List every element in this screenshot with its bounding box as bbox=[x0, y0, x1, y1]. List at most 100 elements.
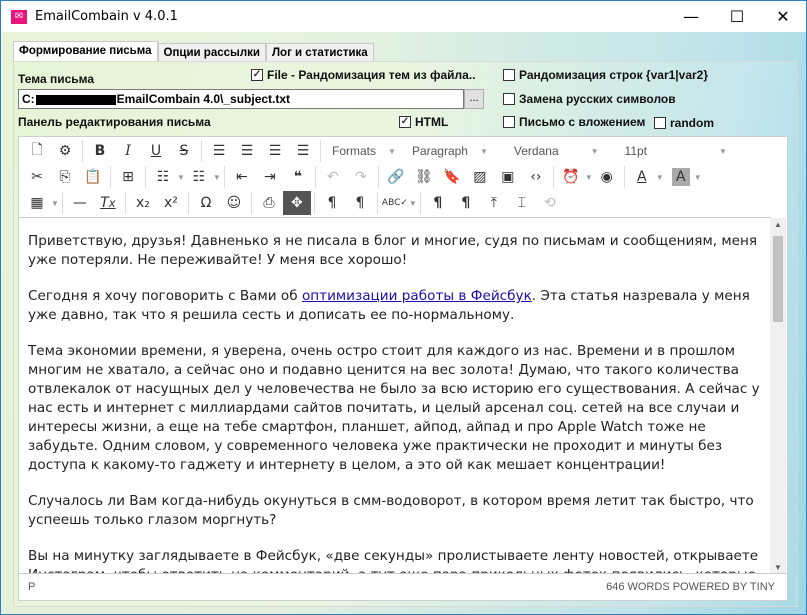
image-icon[interactable]: ▨ bbox=[466, 165, 494, 189]
window-title: EmailCombain v 4.0.1 bbox=[35, 9, 178, 24]
text-color-icon[interactable]: A bbox=[628, 165, 656, 189]
fullscreen-icon[interactable]: ✥ bbox=[282, 191, 311, 215]
visual-chars-icon[interactable]: ¶ bbox=[452, 191, 480, 215]
random-checkbox[interactable]: random bbox=[654, 116, 714, 130]
checkbox-box[interactable]: ✓ bbox=[399, 116, 411, 128]
editor-content[interactable]: Приветствую, друзья! Давненько я не писа… bbox=[19, 217, 771, 574]
redo-icon[interactable]: ↷ bbox=[347, 165, 375, 189]
unlink-icon[interactable]: ⛓ bbox=[410, 165, 438, 189]
new-document-icon[interactable]: 🗋 bbox=[23, 139, 51, 163]
checkbox-box[interactable] bbox=[654, 117, 666, 129]
checkbox-label: Замена русских символов bbox=[519, 92, 676, 106]
tab-mailing-options[interactable]: Опции рассылки bbox=[157, 43, 266, 62]
emoticon-icon[interactable]: ☺ bbox=[220, 191, 248, 215]
title-bar: ✉ EmailCombain v 4.0.1 — ☐ ✕ bbox=[1, 1, 806, 32]
close-button[interactable]: ✕ bbox=[760, 1, 806, 32]
chevron-down-icon[interactable]: ▼ bbox=[177, 173, 185, 182]
scroll-up-icon[interactable]: ▲ bbox=[770, 220, 786, 229]
editor-label: Панель редактирования письма bbox=[18, 115, 211, 129]
horizontal-rule-icon[interactable]: — bbox=[66, 191, 94, 215]
browse-button[interactable]: ... bbox=[464, 89, 484, 109]
chevron-down-icon[interactable]: ▼ bbox=[213, 173, 221, 182]
facebook-optimization-link[interactable]: оптимизации работы в Фейсбук bbox=[302, 288, 532, 304]
align-center-icon[interactable]: ☰ bbox=[233, 139, 261, 163]
rtl-icon[interactable]: ¶ bbox=[346, 191, 374, 215]
align-right-icon[interactable]: ☰ bbox=[261, 139, 289, 163]
underline-icon[interactable]: U bbox=[142, 139, 170, 163]
copy-icon[interactable]: ⎘ bbox=[51, 165, 79, 189]
app-window: ✉ EmailCombain v 4.0.1 — ☐ ✕ Формировани… bbox=[0, 0, 807, 615]
chevron-down-icon[interactable]: ▼ bbox=[694, 173, 702, 182]
media-icon[interactable]: ▣ bbox=[494, 165, 522, 189]
maximize-button[interactable]: ☐ bbox=[714, 1, 760, 32]
numbered-list-icon[interactable]: ☷ bbox=[185, 165, 213, 189]
paragraph: Тема экономии времени, я уверена, очень … bbox=[28, 343, 760, 473]
clock-icon[interactable]: ⏰ bbox=[557, 165, 585, 189]
blockquote-icon[interactable]: ❝ bbox=[284, 165, 312, 189]
chevron-down-icon[interactable]: ▼ bbox=[409, 199, 417, 208]
rich-text-editor: 🗋 ⚙ B I U S ☰ ☰ ☰ ☰ Formats ▼ Paragraph ▼ … bbox=[18, 136, 788, 601]
bullet-list-icon[interactable]: ☷ bbox=[149, 165, 177, 189]
table-icon[interactable]: ▦ bbox=[23, 191, 51, 215]
strikethrough-icon[interactable]: S bbox=[170, 139, 198, 163]
ltr-icon[interactable]: ¶ bbox=[318, 191, 346, 215]
undo-icon[interactable]: ↶ bbox=[319, 165, 347, 189]
chevron-down-icon[interactable]: ▼ bbox=[656, 173, 664, 182]
font-family-dropdown[interactable]: Verdana ▼ bbox=[506, 144, 607, 158]
checkbox-label: HTML bbox=[415, 115, 449, 129]
page-break-icon[interactable]: ⌶ bbox=[508, 191, 536, 215]
subscript-icon[interactable]: x₂ bbox=[129, 191, 157, 215]
special-char-omega-icon[interactable]: Ω bbox=[192, 191, 220, 215]
replace-russian-checkbox[interactable]: Замена русских символов bbox=[503, 92, 676, 106]
checkbox-box[interactable] bbox=[503, 93, 515, 105]
scrollbar-thumb[interactable] bbox=[773, 236, 783, 322]
tab-compose[interactable]: Формирование письма bbox=[13, 41, 158, 63]
file-random-checkbox[interactable]: ✓ File - Рандомизация тем из файла.. bbox=[251, 68, 476, 82]
minimize-button[interactable]: — bbox=[668, 1, 714, 32]
formats-label: Formats bbox=[332, 144, 377, 158]
checkbox-box[interactable] bbox=[503, 116, 515, 128]
paragraph: Случалось ли Вам когда-нибудь окунуться … bbox=[28, 493, 754, 528]
checkbox-label: File - Рандомизация тем из файла.. bbox=[267, 68, 476, 82]
find-replace-icon[interactable]: ⊞ bbox=[114, 165, 142, 189]
checkbox-box[interactable]: ✓ bbox=[251, 69, 263, 81]
italic-icon[interactable]: I bbox=[114, 139, 142, 163]
element-path[interactable]: P bbox=[28, 581, 35, 593]
scroll-down-icon[interactable]: ▼ bbox=[770, 563, 786, 572]
insert-icon[interactable]: ⤒ bbox=[480, 191, 508, 215]
link-icon[interactable]: 🔗 bbox=[382, 165, 410, 189]
superscript-icon[interactable]: x² bbox=[157, 191, 185, 215]
chevron-down-icon: ▼ bbox=[479, 146, 488, 156]
restore-draft-icon[interactable]: ⟲ bbox=[536, 191, 564, 215]
show-blocks-icon[interactable]: ¶ bbox=[424, 191, 452, 215]
bold-icon[interactable]: B bbox=[86, 139, 114, 163]
attachment-checkbox[interactable]: Письмо с вложением bbox=[503, 115, 645, 129]
formats-dropdown[interactable]: Formats ▼ bbox=[324, 144, 404, 158]
subject-file-input[interactable]: C: EmailCombain 4.0\_subject.txt bbox=[18, 89, 464, 109]
vertical-scrollbar[interactable]: ▲ ▼ bbox=[770, 218, 786, 574]
code-icon[interactable]: ‹› bbox=[522, 165, 550, 189]
paste-icon[interactable]: 📋 bbox=[79, 165, 107, 189]
gear-icon[interactable]: ⚙ bbox=[51, 139, 79, 163]
cut-icon[interactable]: ✂ bbox=[23, 165, 51, 189]
random-lines-checkbox[interactable]: Рандомизация строк {var1|var2} bbox=[503, 68, 708, 82]
block-format-dropdown[interactable]: Paragraph ▼ bbox=[404, 144, 496, 158]
clear-formatting-icon[interactable]: Tx bbox=[94, 191, 122, 215]
align-justify-icon[interactable]: ☰ bbox=[289, 139, 317, 163]
html-checkbox[interactable]: ✓ HTML bbox=[399, 115, 448, 129]
indent-icon[interactable]: ⇥ bbox=[256, 165, 284, 189]
font-size-dropdown[interactable]: 11pt ▼ bbox=[617, 144, 735, 158]
print-icon[interactable]: ⎙ bbox=[255, 191, 283, 215]
paragraph: Вы на минутку заглядываете в Фейсбук, «д… bbox=[28, 548, 759, 574]
spellcheck-icon[interactable]: ABC✓ bbox=[381, 191, 409, 215]
bookmark-icon[interactable]: 🔖 bbox=[438, 165, 466, 189]
toolbar-row-2: ✂ ⎘ 📋 ⊞ ☷ ▼ ☷ ▼ ⇤ ⇥ ❝ ↶ ↷ 🔗 ⛓ 🔖 ▨ ▣ ‹› ⏰ ▼ … bbox=[19, 164, 787, 190]
chevron-down-icon[interactable]: ▼ bbox=[51, 199, 59, 208]
outdent-icon[interactable]: ⇤ bbox=[228, 165, 256, 189]
chevron-down-icon[interactable]: ▼ bbox=[585, 173, 593, 182]
background-color-icon[interactable]: A bbox=[671, 168, 690, 186]
align-left-icon[interactable]: ☰ bbox=[205, 139, 233, 163]
tab-log-stats[interactable]: Лог и статистика bbox=[265, 43, 374, 62]
checkbox-box[interactable] bbox=[503, 69, 515, 81]
preview-eye-icon[interactable]: ◉ bbox=[593, 165, 621, 189]
